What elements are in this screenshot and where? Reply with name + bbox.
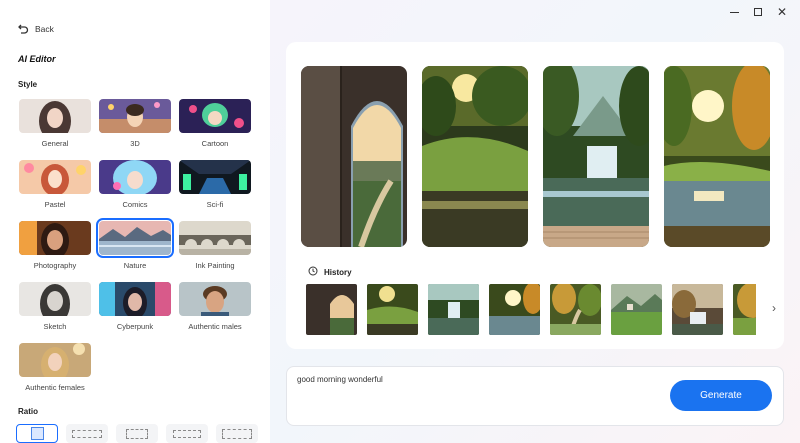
ratio-shape: [126, 428, 148, 439]
prompt-input[interactable]: good morning wonderful: [297, 375, 667, 415]
ratio-option[interactable]: [116, 424, 158, 443]
result-image[interactable]: [422, 66, 528, 247]
style-label: Authentic females: [25, 383, 85, 392]
ratio-option-square[interactable]: [16, 424, 58, 443]
ratio-shape: [173, 429, 201, 438]
style-option-scifi[interactable]: Sci-fi: [179, 160, 251, 209]
generate-button[interactable]: Generate: [670, 380, 772, 411]
ratio-shape: [222, 428, 252, 439]
maximize-icon[interactable]: [746, 4, 770, 20]
style-option-comics[interactable]: Comics: [99, 160, 171, 209]
history-thumbnail[interactable]: [306, 284, 357, 335]
style-thumb: [19, 221, 91, 255]
style-label: Sci-fi: [206, 200, 224, 209]
history-header: History: [308, 266, 352, 278]
result-image[interactable]: [301, 66, 407, 247]
style-label: Cartoon: [201, 139, 229, 148]
history-thumbnail[interactable]: [550, 284, 601, 335]
history-thumbnail[interactable]: [611, 284, 662, 335]
style-thumb: [179, 160, 251, 194]
page-title: AI Editor: [18, 54, 56, 64]
style-thumb: [19, 99, 91, 133]
style-option-pastel[interactable]: Pastel: [19, 160, 91, 209]
style-option-ink-painting[interactable]: Ink Painting: [179, 221, 251, 270]
style-thumb: [99, 160, 171, 194]
style-label: Pastel: [44, 200, 66, 209]
style-thumb: [19, 282, 91, 316]
style-label: Cyberpunk: [116, 322, 154, 331]
ratio-option[interactable]: [66, 424, 108, 443]
result-gallery: History ›: [286, 42, 784, 349]
style-label: Nature: [123, 261, 147, 270]
ratio-shape: [72, 429, 102, 438]
result-image[interactable]: [543, 66, 649, 247]
ratio-options: [16, 424, 258, 443]
window-controls: ✕: [722, 4, 794, 20]
style-heading: Style: [18, 80, 38, 89]
style-option-nature[interactable]: Nature: [96, 218, 174, 270]
style-label: General: [41, 139, 69, 148]
prompt-panel: good morning wonderful Generate: [286, 366, 784, 426]
style-label: Photography: [33, 261, 77, 270]
style-thumb: [96, 218, 174, 258]
ratio-heading: Ratio: [18, 407, 38, 416]
history-thumbnail[interactable]: [733, 284, 756, 335]
ratio-shape: [30, 427, 44, 440]
minimize-icon[interactable]: [722, 4, 746, 20]
history-list: [306, 284, 756, 335]
style-label: Comics: [122, 200, 148, 209]
style-option-3d[interactable]: 3D: [99, 99, 171, 148]
style-label: Authentic males: [188, 322, 242, 331]
history-thumbnail[interactable]: [672, 284, 723, 335]
undo-arrow-icon: [18, 24, 29, 34]
chevron-right-icon[interactable]: ›: [772, 301, 776, 315]
style-label: Ink Painting: [195, 261, 235, 270]
style-option-cartoon[interactable]: Cartoon: [179, 99, 251, 148]
clock-icon: [308, 266, 318, 278]
style-option-general[interactable]: General: [19, 99, 91, 148]
style-thumb: [19, 160, 91, 194]
style-option-photography[interactable]: Photography: [19, 221, 91, 270]
style-option-sketch[interactable]: Sketch: [19, 282, 91, 331]
style-option-authentic-females[interactable]: Authentic females: [19, 343, 91, 392]
history-heading: History: [324, 267, 352, 277]
history-thumbnail[interactable]: [367, 284, 418, 335]
style-thumb: [99, 282, 171, 316]
style-thumb: [179, 99, 251, 133]
style-thumb: [179, 221, 251, 255]
style-thumb: [179, 282, 251, 316]
result-image[interactable]: [664, 66, 770, 247]
style-thumb: [19, 343, 91, 377]
sidebar: Back AI Editor Style General 3D Cartoon …: [0, 0, 270, 443]
style-option-cyberpunk[interactable]: Cyberpunk: [99, 282, 171, 331]
main-panel: History › good morning wonderful Generat…: [270, 0, 800, 443]
history-thumbnail[interactable]: [489, 284, 540, 335]
style-thumb: [99, 99, 171, 133]
style-label: 3D: [130, 139, 140, 148]
back-label: Back: [35, 24, 54, 34]
ratio-option[interactable]: [216, 424, 258, 443]
history-thumbnail[interactable]: [428, 284, 479, 335]
close-icon[interactable]: ✕: [770, 4, 794, 20]
ratio-option[interactable]: [166, 424, 208, 443]
style-option-authentic-males[interactable]: Authentic males: [179, 282, 251, 331]
back-button[interactable]: Back: [18, 24, 54, 34]
style-label: Sketch: [43, 322, 67, 331]
